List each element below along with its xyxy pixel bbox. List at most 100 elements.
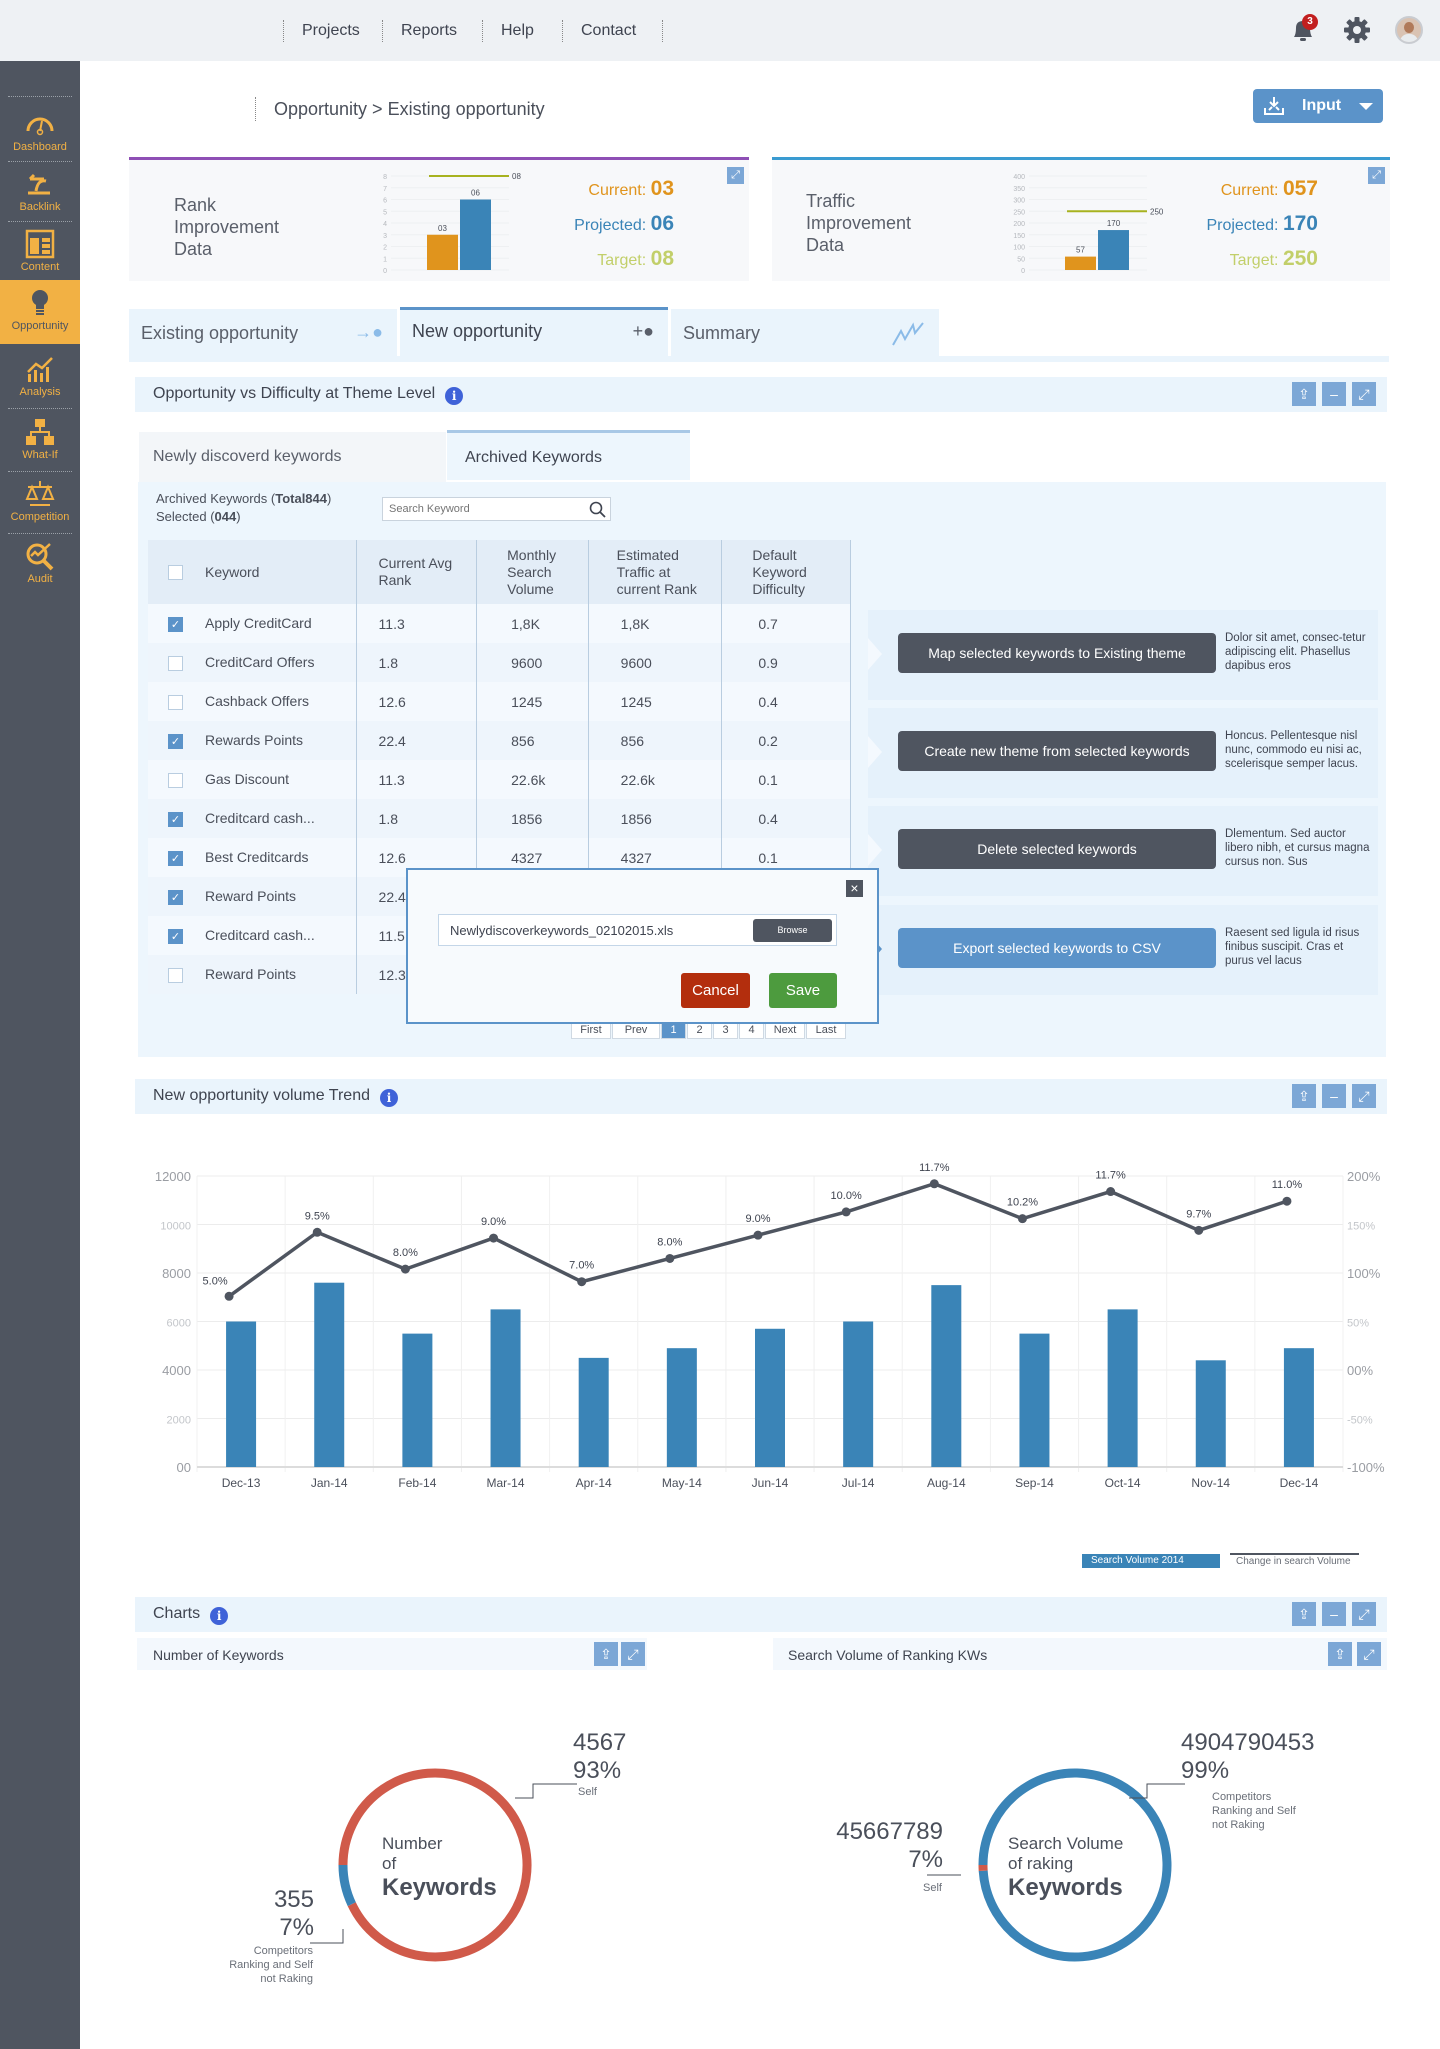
avatar-face (1404, 22, 1414, 33)
page-first[interactable]: First (571, 1022, 611, 1039)
save-button[interactable]: Save (769, 973, 837, 1008)
table-row[interactable]: Gas Discount 11.3 22.6k 22.6k 0.1 (148, 760, 851, 799)
table-row[interactable]: ✓ Apply CreditCard 11.3 1,8K 1,8K 0.7 (148, 604, 851, 643)
row-checkbox[interactable]: ✓ (168, 850, 183, 866)
column-header-difficulty[interactable]: Default Keyword Difficulty (721, 540, 851, 604)
action-button[interactable]: Export selected keywords to CSV (898, 928, 1216, 968)
row-checkbox[interactable]: ✓ (168, 616, 183, 632)
row-checkbox[interactable]: ✓ (168, 928, 183, 944)
expand-button[interactable]: ⤢ (1357, 1642, 1381, 1666)
page-1[interactable]: 1 (661, 1022, 686, 1039)
close-button[interactable]: × (846, 880, 863, 897)
expand-button[interactable]: ⤢ (727, 167, 744, 184)
subtab-archived-keywords[interactable]: Archived Keywords (447, 430, 690, 480)
file-field[interactable]: Newlydiscoverkeywords_02102015.xls Brows… (438, 914, 837, 946)
sidebar-label: Competition (10, 511, 70, 523)
sidebar-item-audit[interactable]: Audit (0, 533, 80, 595)
center-line: Keywords (1008, 1874, 1123, 1901)
search-keyword-field[interactable] (382, 497, 611, 521)
bar-sep-14 (1019, 1333, 1050, 1467)
nav-reports[interactable]: Reports (382, 20, 475, 42)
page-2[interactable]: 2 (687, 1022, 712, 1039)
notifications-button[interactable]: 3 (1290, 14, 1318, 45)
browse-button[interactable]: Browse (753, 919, 832, 942)
tab-new-opportunity[interactable]: New opportunity +● (400, 307, 668, 358)
nav-help[interactable]: Help (482, 20, 552, 42)
row-checkbox[interactable]: ✓ (168, 733, 183, 749)
export-button[interactable]: ⇪ (1292, 382, 1316, 406)
change-point-label: 11.7% (919, 1162, 950, 1174)
sidebar-item-competition[interactable]: Competition (0, 471, 80, 533)
left-tick-label: 4000 (162, 1363, 191, 1378)
nav-contact[interactable]: Contact (562, 20, 654, 42)
info-icon[interactable]: i (210, 1607, 229, 1625)
expand-button[interactable]: ⤢ (1352, 1602, 1376, 1626)
left-tick-label: 00 (177, 1460, 191, 1475)
table-row[interactable]: Cashback Offers 12.6 1245 1245 0.4 (148, 682, 851, 721)
sidebar-item-what-if[interactable]: What-If (0, 409, 80, 471)
row-checkbox[interactable]: ✓ (168, 811, 183, 827)
page-next[interactable]: Next (765, 1022, 805, 1039)
rank-mini-chart: 0 1 2 3 4 5 6 7 8 03 06 08 (383, 172, 521, 275)
column-header-volume[interactable]: Monthly Search Volume (476, 540, 589, 604)
page-3[interactable]: 3 (713, 1022, 738, 1039)
export-button[interactable]: ⇪ (1292, 1084, 1316, 1108)
minimize-button[interactable]: – (1322, 1084, 1346, 1108)
cell-rank: 22.4 (356, 721, 478, 760)
page-last[interactable]: Last (806, 1022, 846, 1039)
y-tick-label: 4 (383, 221, 387, 228)
gear-icon[interactable] (1343, 16, 1371, 44)
page-4[interactable]: 4 (739, 1022, 764, 1039)
expand-button[interactable]: ⤢ (1352, 382, 1376, 406)
bar-value-label: 170 (1107, 219, 1121, 228)
row-checkbox[interactable] (168, 967, 183, 983)
column-header-traffic[interactable]: Estimated Traffic at current Rank (588, 540, 723, 604)
export-button[interactable]: ⇪ (1328, 1642, 1352, 1666)
legend-search-volume[interactable]: Search Volume 2014 (1082, 1554, 1220, 1568)
sidebar-item-dashboard[interactable]: Dashboard (0, 101, 80, 163)
sidebar-item-analysis[interactable]: Analysis (0, 346, 80, 408)
row-checkbox[interactable] (168, 694, 183, 710)
legend-change-volume[interactable]: Change in search Volume (1230, 1553, 1359, 1567)
sidebar-item-backlink[interactable]: Backlink (0, 161, 80, 223)
search-icon[interactable] (589, 501, 606, 518)
callout-percent: 7% (279, 1914, 314, 1941)
nav-projects[interactable]: Projects (283, 20, 378, 42)
action-button[interactable]: Map selected keywords to Existing theme (898, 633, 1216, 673)
tab-existing-opportunity[interactable]: Existing opportunity →● (129, 309, 397, 356)
expand-button[interactable]: ⤢ (1352, 1084, 1376, 1108)
bar-aug-14 (931, 1285, 962, 1467)
expand-button[interactable]: ⤢ (1368, 167, 1385, 184)
info-icon[interactable]: i (445, 387, 464, 405)
subtab-newly-discovered[interactable]: Newly discoverd keywords (139, 432, 446, 482)
sidebar-item-opportunity[interactable]: Opportunity (0, 280, 80, 344)
bar-current (427, 234, 458, 270)
user-avatar[interactable] (1395, 16, 1423, 44)
action-button[interactable]: Create new theme from selected keywords (898, 731, 1216, 771)
select-all-checkbox[interactable] (168, 565, 183, 581)
sidebar-item-content[interactable]: Content (0, 221, 80, 283)
export-button[interactable]: ⇪ (594, 1642, 618, 1666)
sidebar-label: Dashboard (13, 141, 67, 153)
y-tick-label: 300 (1013, 198, 1025, 205)
info-icon[interactable]: i (380, 1089, 398, 1107)
search-keyword-input[interactable] (383, 498, 573, 520)
table-row[interactable]: CreditCard Offers 1.8 9600 9600 0.9 (148, 643, 851, 682)
table-row[interactable]: ✓ Creditcard cash... 1.8 1856 1856 0.4 (148, 799, 851, 838)
cell-traffic: 22.6k (588, 760, 723, 799)
export-button[interactable]: ⇪ (1292, 1602, 1316, 1626)
expand-button[interactable]: ⤢ (621, 1642, 645, 1666)
row-checkbox[interactable] (168, 772, 183, 788)
row-checkbox[interactable] (168, 655, 183, 671)
table-row[interactable]: ✓ Rewards Points 22.4 856 856 0.2 (148, 721, 851, 760)
page-prev[interactable]: Prev (612, 1022, 660, 1039)
tab-summary[interactable]: Summary (671, 309, 939, 356)
cancel-button[interactable]: Cancel (681, 973, 750, 1008)
minimize-button[interactable]: – (1322, 382, 1346, 406)
column-header-rank[interactable]: Current Avg Rank (356, 540, 478, 604)
callout-value: 4904790453 (1181, 1729, 1315, 1756)
input-dropdown-button[interactable]: Input (1253, 89, 1383, 123)
action-button[interactable]: Delete selected keywords (898, 829, 1216, 869)
row-checkbox[interactable]: ✓ (168, 889, 183, 905)
minimize-button[interactable]: – (1322, 1602, 1346, 1626)
